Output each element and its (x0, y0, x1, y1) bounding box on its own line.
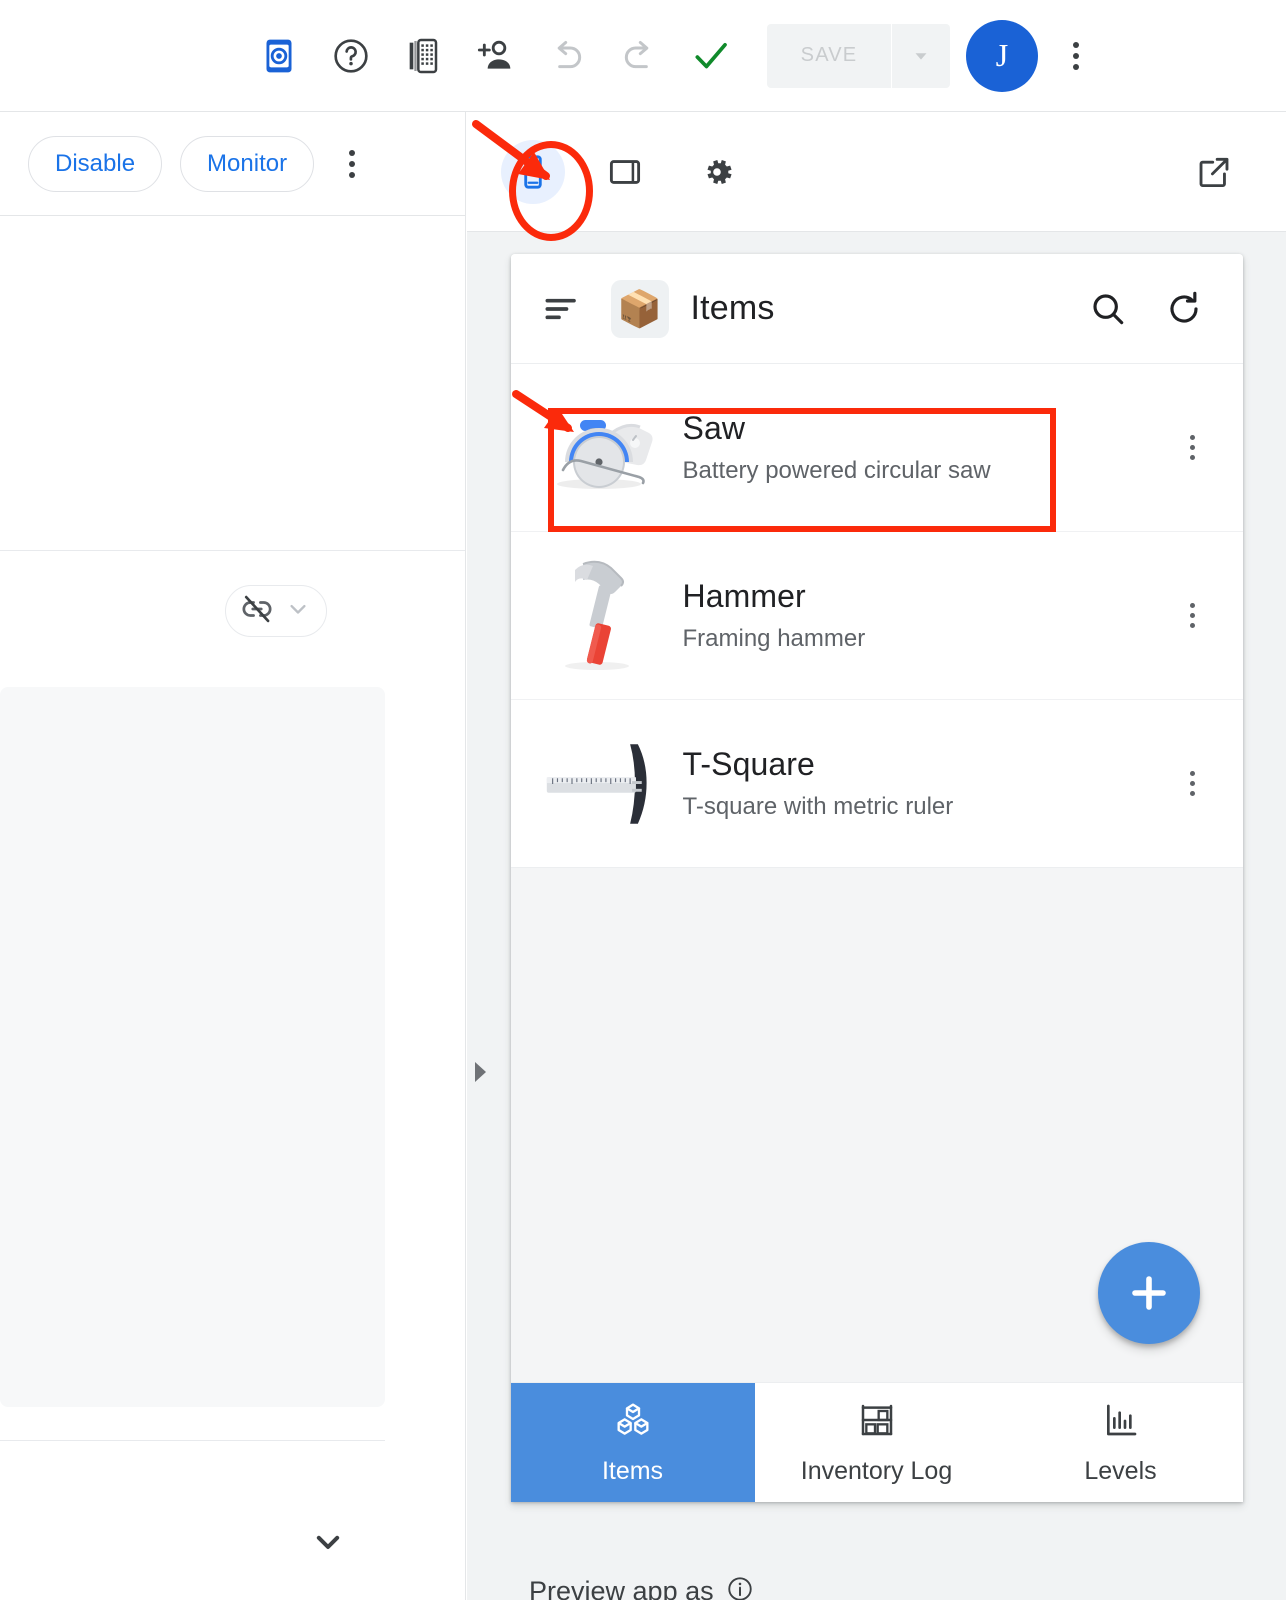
phone-frame: 📦 Items Saw Battery powered circular saw… (510, 254, 1243, 1502)
list-item-text: Hammer Framing hammer (683, 578, 1169, 653)
redo-icon[interactable] (603, 20, 675, 92)
disable-button[interactable]: Disable (28, 135, 163, 192)
preview-body: 📦 Items Saw Battery powered circular saw… (467, 232, 1286, 1600)
bottom-nav-item-levels[interactable]: Levels (999, 1383, 1243, 1502)
left-panel-overflow-icon[interactable] (332, 136, 372, 192)
bottom-nav-label: Items (601, 1456, 664, 1485)
list-item[interactable]: Hammer Framing hammer (510, 532, 1243, 700)
avatar[interactable]: J (966, 19, 1038, 92)
list-empty-area (510, 868, 1243, 1382)
list-item-description: T-square with metric ruler (682, 793, 954, 820)
left-panel-expand-chevron[interactable] (0, 1492, 420, 1592)
preview-footer: Preview app as (467, 1554, 1286, 1600)
refresh-icon[interactable] (1155, 280, 1213, 338)
left-panel-action-bar: Disable Monitor (0, 112, 465, 216)
top-toolbar-icon-group: SAVE J (243, 19, 1106, 92)
open-external-icon[interactable] (1182, 140, 1246, 204)
left-panel-content-card (0, 687, 385, 1407)
three-dots-vertical-icon (1073, 41, 1079, 70)
top-toolbar: SAVE J (0, 0, 1286, 112)
bottom-nav-label: Levels (1084, 1456, 1157, 1485)
list-item[interactable]: Saw Battery powered circular saw (510, 364, 1243, 532)
left-panel-divider (0, 1440, 385, 1441)
item-list: Saw Battery powered circular saw Hammer … (510, 364, 1243, 868)
three-dots-vertical-icon (349, 149, 356, 178)
three-dots-vertical-icon (1190, 435, 1195, 460)
info-icon[interactable] (726, 1575, 754, 1600)
shelf-icon (857, 1400, 897, 1447)
link-off-icon (240, 592, 274, 631)
preview-eye-icon[interactable] (243, 20, 315, 92)
help-icon[interactable] (315, 20, 387, 92)
test-device-icon[interactable] (387, 20, 459, 92)
list-item-title: T-Square (682, 746, 815, 782)
boxes-icon (613, 1400, 653, 1447)
bottom-navigation: Items Inventory Log Levels (510, 1382, 1243, 1502)
left-panel-empty-section (0, 216, 465, 551)
top-toolbar-overflow-icon[interactable] (1046, 20, 1106, 92)
list-item-overflow-icon[interactable] (1169, 435, 1217, 460)
preview-as-label: Preview app as (529, 1575, 714, 1600)
bottom-nav-item-inventory-log[interactable]: Inventory Log (755, 1383, 999, 1502)
list-item-overflow-icon[interactable] (1169, 603, 1217, 628)
add-person-icon[interactable] (459, 20, 531, 92)
three-dots-vertical-icon (1190, 771, 1195, 796)
three-dots-vertical-icon (1190, 603, 1195, 628)
save-dropdown-arrow-icon[interactable] (892, 24, 950, 88)
app-title: Items (690, 289, 775, 327)
bottom-nav-item-items[interactable]: Items (510, 1383, 755, 1502)
list-item-text: T-Square T-square with metric ruler (683, 746, 1169, 821)
phone-preview-icon[interactable] (501, 139, 565, 204)
list-item-overflow-icon[interactable] (1169, 771, 1217, 796)
bar-chart-icon (1101, 1400, 1141, 1447)
app-bar: 📦 Items (510, 254, 1243, 364)
search-icon[interactable] (1079, 280, 1137, 338)
panel-expand-handle[interactable] (469, 1055, 491, 1089)
add-item-fab[interactable] (1097, 1242, 1200, 1344)
hamburger-menu-icon[interactable] (541, 289, 595, 329)
tablet-preview-icon[interactable] (593, 140, 657, 204)
monitor-button[interactable]: Monitor (180, 135, 315, 192)
preview-pane: 📦 Items Saw Battery powered circular saw… (467, 112, 1286, 1600)
save-button[interactable]: SAVE (767, 24, 891, 88)
preview-settings-icon[interactable] (685, 140, 749, 204)
app-root: SAVE J Disable Monitor 📦 Items Saw Batte… (0, 0, 1286, 1600)
save-button-group[interactable]: SAVE (767, 23, 950, 88)
undo-icon[interactable] (531, 20, 603, 92)
checkmark-icon[interactable] (675, 20, 747, 92)
chevron-down-icon (284, 595, 312, 628)
circular-saw-icon (541, 393, 665, 503)
link-off-dropdown[interactable] (225, 585, 327, 637)
list-item-title: Hammer (682, 578, 806, 614)
list-item-description: Framing hammer (682, 625, 866, 652)
list-item-text: Saw Battery powered circular saw (683, 410, 1169, 485)
hammer-icon (541, 560, 665, 671)
list-item-description: Battery powered circular saw (682, 457, 991, 484)
preview-toolbar (467, 112, 1286, 232)
left-panel: Disable Monitor (0, 112, 466, 1600)
left-panel-link-row (0, 551, 465, 671)
t-square-icon (541, 729, 665, 839)
app-logo-icon: 📦 (610, 279, 669, 338)
bottom-nav-label: Inventory Log (800, 1456, 953, 1485)
list-item[interactable]: T-Square T-square with metric ruler (510, 700, 1243, 868)
list-item-title: Saw (682, 410, 746, 446)
